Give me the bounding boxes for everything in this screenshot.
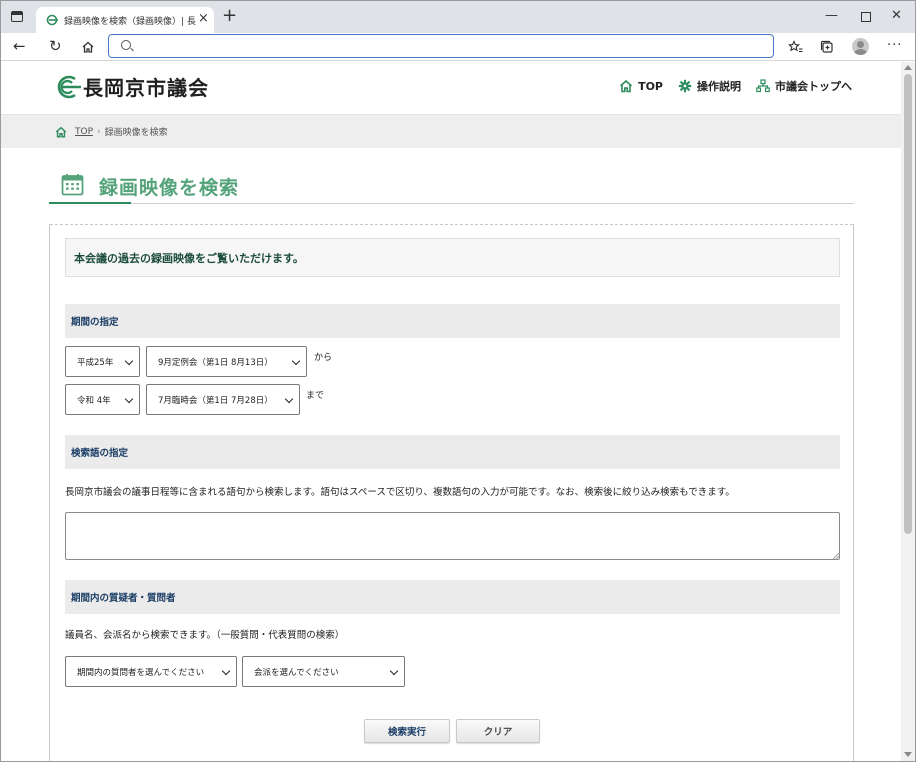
clear-button[interactable]: クリア — [456, 719, 540, 743]
search-button[interactable]: 検索実行 — [364, 719, 450, 743]
member-select-value: 期間内の質問者を選んでください — [77, 667, 205, 678]
keyword-textarea[interactable] — [65, 512, 840, 560]
chevron-down-icon — [124, 394, 134, 404]
tab-title: 録画映像を検索（録画映像）| 長 — [64, 17, 196, 27]
chevron-down-icon — [284, 394, 294, 404]
sitemap-icon — [756, 79, 770, 93]
site-header: 長岡京市議会 TOP 操作説明 市議会トップへ — [1, 62, 901, 114]
scroll-up-icon[interactable] — [904, 65, 912, 70]
window-minimize-icon[interactable]: — — [825, 8, 838, 24]
window-close-icon[interactable]: ✕ — [891, 8, 902, 24]
member-select[interactable]: 期間内の質問者を選んでください — [65, 656, 237, 687]
resize-handle-icon[interactable] — [832, 552, 839, 559]
panel-top-border — [50, 224, 853, 225]
more-options-icon[interactable]: ··· — [887, 37, 902, 55]
breadcrumb: TOP › 録画映像を検索 — [1, 114, 901, 148]
speaker-heading: 期間内の質疑者・質問者 — [65, 580, 840, 614]
home-icon — [620, 79, 633, 93]
chevron-down-icon — [221, 666, 231, 676]
tab-actions-icon[interactable] — [11, 11, 23, 22]
header-link-council-top[interactable]: 市議会トップへ — [756, 78, 852, 94]
breadcrumb-home-icon — [55, 126, 67, 137]
from-session-value: 9月定例会（第1日 8月13日） — [158, 357, 273, 368]
header-link-help-label: 操作説明 — [697, 80, 741, 93]
browser-home-icon[interactable] — [81, 40, 95, 54]
browser-titlebar: 録画映像を検索（録画映像）| 長 × + — ✕ — [1, 1, 915, 33]
scrollbar-thumb[interactable] — [904, 74, 912, 534]
to-era-select[interactable]: 令和 4年 — [65, 384, 140, 415]
from-era-select[interactable]: 平成25年 — [65, 346, 140, 377]
to-suffix: まで — [306, 391, 325, 401]
header-link-help[interactable]: 操作説明 — [678, 78, 741, 94]
to-session-select[interactable]: 7月臨時会（第1日 7月28日） — [146, 384, 300, 415]
breadcrumb-separator: › — [97, 126, 101, 137]
page-scrollbar[interactable] — [901, 62, 915, 761]
browser-toolbar: ← ↻ ··· — [1, 33, 915, 61]
favorites-icon[interactable] — [788, 40, 803, 54]
collections-icon[interactable] — [820, 40, 834, 54]
header-link-top[interactable]: TOP — [619, 79, 663, 93]
page-viewport: 長岡京市議会 TOP 操作説明 市議会トップへ TOP › 録画映像を検索 録画… — [1, 62, 901, 761]
faction-select-value: 会派を選んでください — [254, 667, 339, 678]
profile-avatar-icon[interactable] — [852, 38, 869, 55]
period-heading: 期間の指定 — [65, 304, 840, 338]
calendar-icon — [61, 174, 84, 196]
intro-message: 本会議の過去の録画映像をご覧いただけます。 — [65, 238, 840, 277]
chevron-down-icon — [389, 666, 399, 676]
council-logo-icon — [57, 75, 81, 98]
breadcrumb-top-link[interactable]: TOP — [75, 127, 93, 137]
site-logo-text: 長岡京市議会 — [83, 76, 209, 100]
to-era-value: 令和 4年 — [77, 395, 111, 406]
header-link-council-top-label: 市議会トップへ — [775, 80, 852, 93]
browser-window: 録画映像を検索（録画映像）| 長 × + — ✕ ← ↻ ··· 長岡京市議会 … — [0, 0, 916, 762]
speaker-description: 議員名、会派名から検索できます。（一般質問・代表質問の検索） — [65, 630, 345, 641]
keyword-heading: 検索語の指定 — [65, 435, 840, 469]
address-bar[interactable] — [108, 34, 774, 58]
search-form-panel: 本会議の過去の録画映像をご覧いただけます。 期間の指定 平成25年 9月定例会（… — [49, 224, 854, 761]
tab-close-icon[interactable]: × — [198, 12, 209, 26]
breadcrumb-current: 録画映像を検索 — [104, 128, 168, 138]
chevron-down-icon — [124, 356, 134, 366]
gear-icon — [678, 79, 692, 93]
keyword-description: 長岡京市議会の議事日程等に含まれる語句から検索します。語句はスペースで区切り、複… — [65, 487, 735, 498]
scroll-down-icon[interactable] — [904, 752, 912, 757]
header-nav: TOP 操作説明 市議会トップへ — [619, 78, 852, 94]
header-link-top-label: TOP — [638, 79, 663, 93]
to-session-value: 7月臨時会（第1日 7月28日） — [158, 395, 273, 406]
search-icon — [121, 40, 131, 50]
faction-select[interactable]: 会派を選んでください — [242, 656, 405, 687]
site-favicon-icon — [46, 14, 58, 26]
from-session-select[interactable]: 9月定例会（第1日 8月13日） — [146, 346, 307, 377]
back-arrow-icon[interactable]: ← — [13, 37, 26, 55]
from-suffix: から — [314, 353, 333, 363]
new-tab-icon[interactable]: + — [222, 6, 237, 26]
address-input[interactable] — [139, 37, 759, 54]
reload-icon[interactable]: ↻ — [49, 37, 62, 55]
site-logo[interactable]: 長岡京市議会 — [53, 72, 209, 101]
from-era-value: 平成25年 — [77, 357, 114, 368]
browser-tab-active[interactable]: 録画映像を検索（録画映像）| 長 × — [36, 7, 214, 33]
page-title: 録画映像を検索 — [99, 177, 240, 199]
chevron-down-icon — [291, 356, 301, 366]
window-maximize-icon[interactable] — [861, 12, 871, 22]
page-title-bar: 録画映像を検索 — [49, 170, 854, 204]
